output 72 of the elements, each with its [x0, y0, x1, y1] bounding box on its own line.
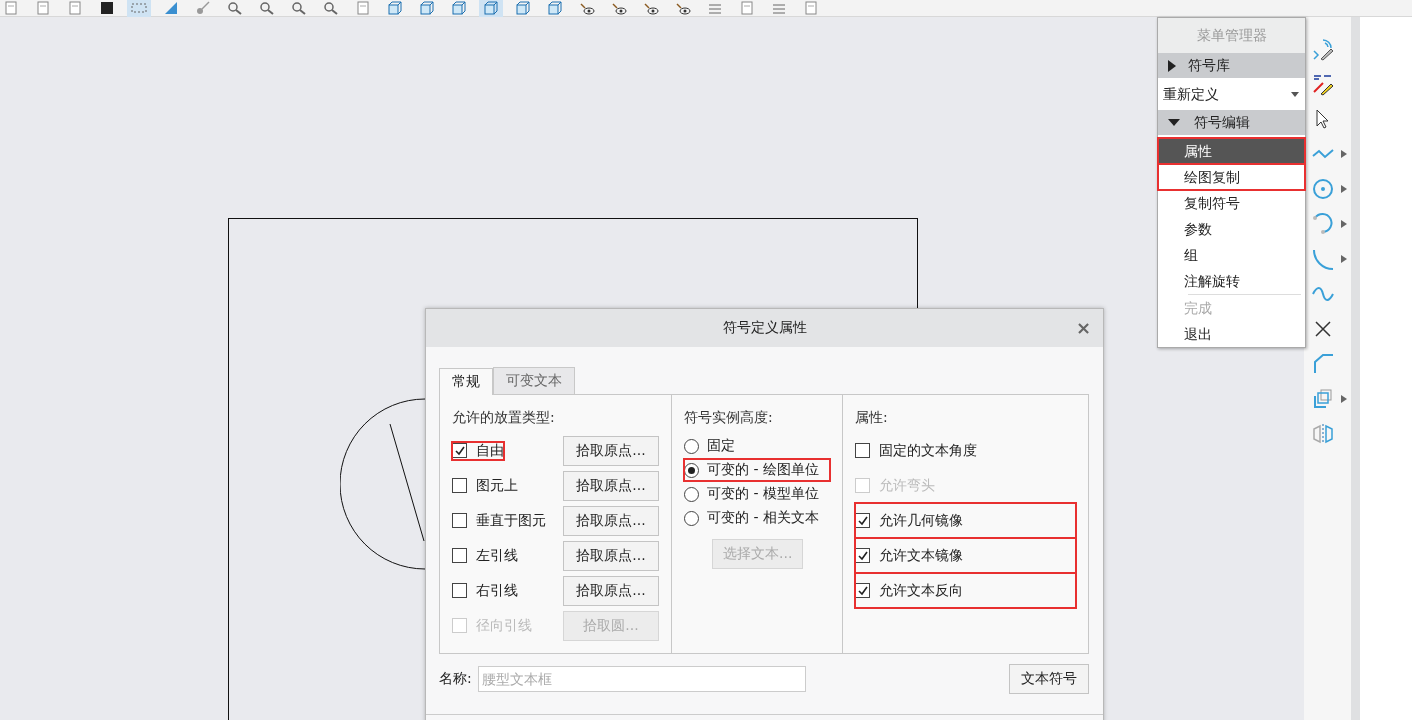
- text-symbol-button[interactable]: 文本符号: [1009, 664, 1089, 694]
- radio-option[interactable]: 固定: [684, 435, 830, 457]
- copy-icon[interactable]: [1311, 387, 1335, 411]
- pick-button[interactable]: 拾取原点...: [563, 470, 659, 501]
- checkbox-option[interactable]: 右引线: [452, 581, 518, 600]
- tab[interactable]: 常规: [439, 368, 493, 395]
- check-icon: [856, 514, 869, 527]
- menu-item[interactable]: 退出: [1158, 321, 1305, 347]
- eye-icon[interactable]: [674, 0, 692, 16]
- eye-icon[interactable]: [642, 0, 660, 16]
- flyout-arrow-icon[interactable]: [1341, 220, 1347, 228]
- cube-icon[interactable]: [546, 0, 564, 16]
- cube-icon[interactable]: [514, 0, 532, 16]
- cube-icon[interactable]: [418, 0, 436, 16]
- circle-icon[interactable]: [1311, 177, 1335, 201]
- eye-icon[interactable]: [578, 0, 596, 16]
- checkbox-option[interactable]: 允许文本镜像: [855, 538, 1076, 573]
- radio-option[interactable]: 可变的 - 绘图单位: [684, 459, 830, 481]
- menu-item[interactable]: 参数: [1158, 216, 1305, 242]
- fillet-icon[interactable]: [1311, 247, 1335, 271]
- arc-icon[interactable]: [1311, 212, 1335, 236]
- tab[interactable]: 可变文本: [493, 367, 575, 394]
- menu-item[interactable]: 绘图复制: [1158, 164, 1305, 190]
- checkbox-option[interactable]: 允许文本反向: [855, 573, 1076, 608]
- checkbox-option[interactable]: 左引线: [452, 546, 518, 565]
- pick-button[interactable]: 拾取原点...: [563, 435, 659, 466]
- flyout-arrow-icon[interactable]: [1341, 150, 1347, 158]
- radio-option[interactable]: 可变的 - 模型单位: [684, 483, 830, 505]
- check-icon: [856, 584, 869, 597]
- check-icon: [453, 444, 466, 457]
- group-heading: 符号实例高度:: [684, 409, 774, 427]
- check-icon: [856, 549, 869, 562]
- dialog-title: 符号定义属性: [722, 319, 807, 337]
- group-heading: 属性:: [855, 409, 889, 427]
- magnifier-icon[interactable]: [290, 0, 308, 16]
- menu-item[interactable]: 组: [1158, 242, 1305, 268]
- dimension-pencil-icon[interactable]: [1311, 37, 1335, 61]
- flyout-arrow-icon[interactable]: [1341, 395, 1347, 403]
- eye-icon[interactable]: [610, 0, 628, 16]
- name-label: 名称:: [439, 670, 472, 688]
- flyout-arrow-icon[interactable]: [1341, 255, 1347, 263]
- menu-item[interactable]: 注解旋转: [1158, 268, 1305, 294]
- mirror-icon[interactable]: [1311, 422, 1335, 446]
- radio-option[interactable]: 可变的 - 相关文本: [684, 507, 830, 529]
- menu-section[interactable]: 符号编辑: [1158, 110, 1305, 135]
- menu-item[interactable]: 复制符号: [1158, 190, 1305, 216]
- chamfer-icon[interactable]: [1311, 352, 1335, 376]
- close-button[interactable]: ×: [1075, 317, 1091, 338]
- checkbox-option[interactable]: 垂直于图元: [452, 511, 546, 530]
- name-field[interactable]: 腰型文本框: [477, 666, 806, 692]
- menu-dropdown[interactable]: 重新定义: [1158, 81, 1305, 107]
- checkbox-option[interactable]: 自由: [452, 441, 504, 460]
- magnifier-icon[interactable]: [258, 0, 276, 16]
- dark-square-icon[interactable]: [98, 0, 116, 16]
- flyout-arrow-icon[interactable]: [1341, 185, 1347, 193]
- cube-icon[interactable]: [450, 0, 468, 16]
- checkbox-option[interactable]: 固定的文本角度: [855, 433, 1076, 468]
- magnifier-icon[interactable]: [322, 0, 340, 16]
- menu-item[interactable]: 属性: [1158, 138, 1305, 164]
- checkbox-option[interactable]: 允许几何镜像: [855, 503, 1076, 538]
- pick-button[interactable]: 拾取原点...: [563, 540, 659, 571]
- cube-icon[interactable]: [482, 0, 500, 16]
- magnifier-icon[interactable]: [226, 0, 244, 16]
- menu-section[interactable]: 符号库: [1158, 53, 1305, 78]
- pin-icon[interactable]: [194, 0, 212, 16]
- pick-button[interactable]: 拾取原点...: [563, 575, 659, 606]
- line-style-pencil-icon[interactable]: [1311, 72, 1335, 96]
- pick-button[interactable]: 拾取原点...: [563, 505, 659, 536]
- group-heading: 允许的放置类型:: [452, 409, 556, 427]
- cube-icon[interactable]: [386, 0, 404, 16]
- menu-title: 菜单管理器: [1158, 18, 1305, 53]
- checkbox-option[interactable]: 图元上: [452, 476, 518, 495]
